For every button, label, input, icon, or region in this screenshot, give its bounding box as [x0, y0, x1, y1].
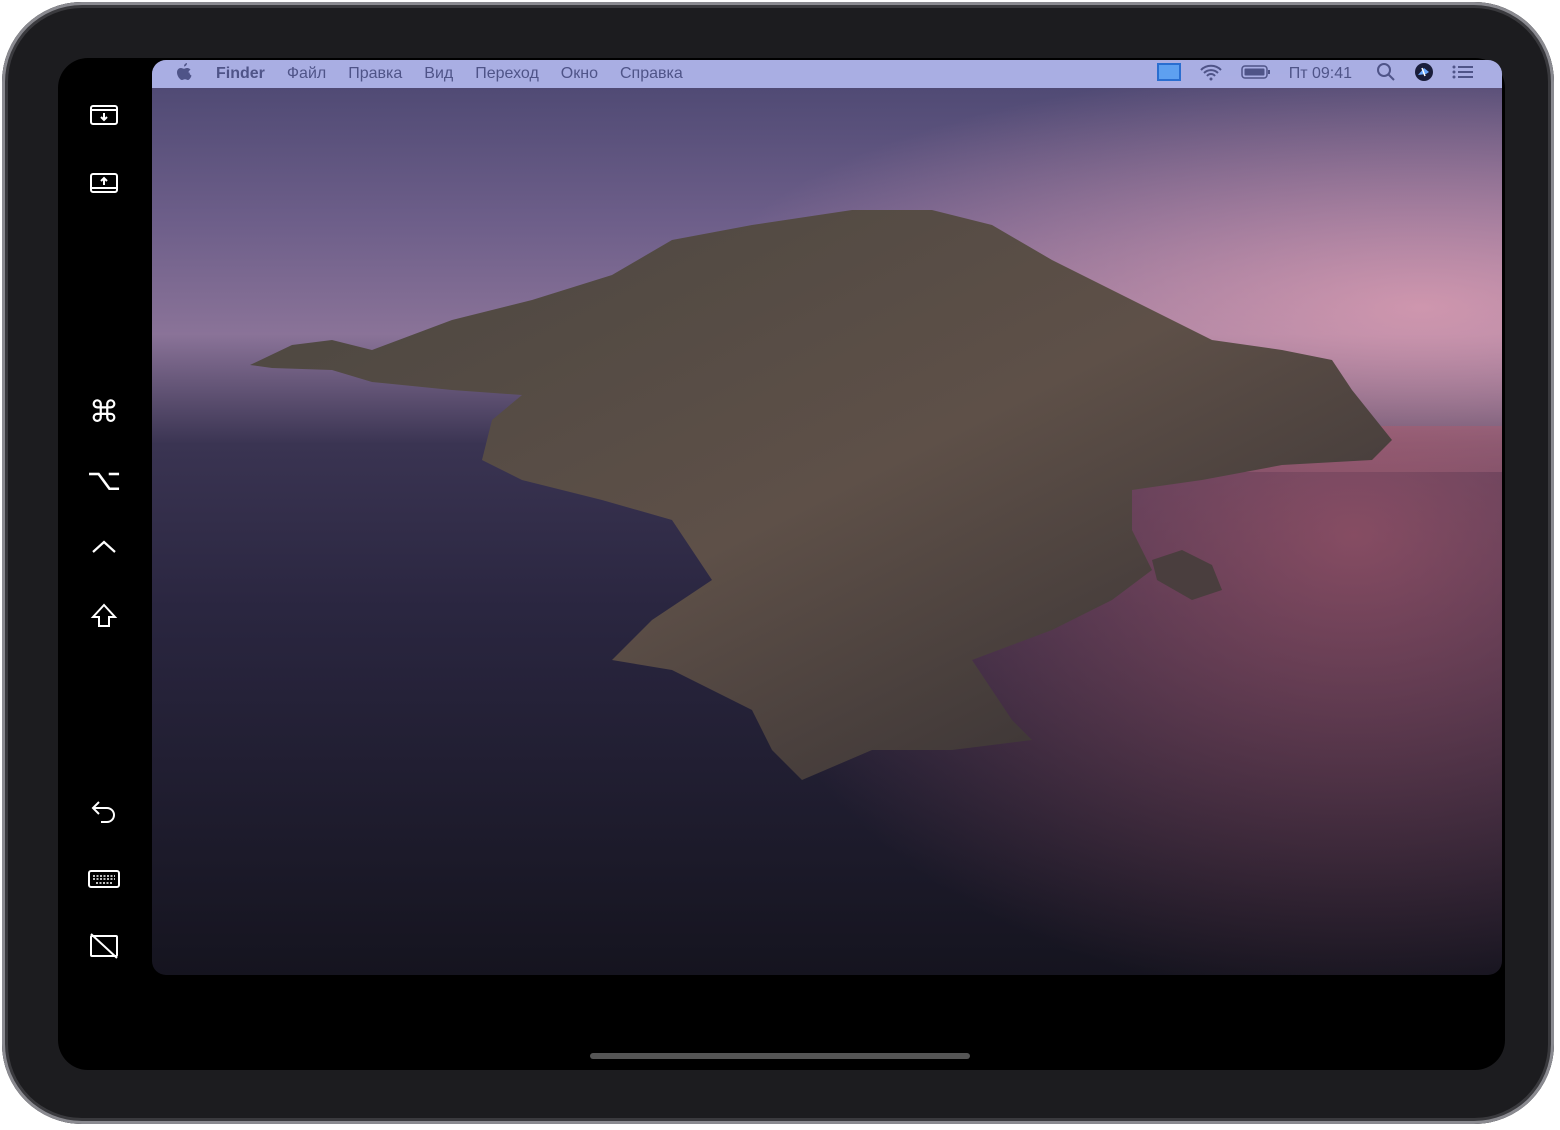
notification-center-icon[interactable] [1452, 64, 1474, 85]
disconnect-icon[interactable] [86, 928, 122, 964]
mac-menubar: Finder Файл Правка Вид Переход Окно Спра… [152, 60, 1502, 88]
show-menubar-icon[interactable] [86, 97, 122, 133]
search-icon[interactable] [1376, 62, 1396, 87]
menu-file[interactable]: Файл [287, 65, 326, 83]
menu-go[interactable]: Переход [475, 65, 539, 83]
wifi-icon[interactable] [1199, 63, 1223, 86]
siri-icon[interactable] [1414, 62, 1434, 87]
clock[interactable]: Пт 09:41 [1289, 65, 1352, 83]
menu-finder[interactable]: Finder [216, 65, 265, 83]
menu-help[interactable]: Справка [620, 65, 683, 83]
command-key-icon[interactable]: ⌘ [86, 394, 122, 430]
keyboard-icon[interactable] [86, 861, 122, 897]
menu-window[interactable]: Окно [561, 65, 598, 83]
undo-icon[interactable] [86, 793, 122, 829]
show-dock-icon[interactable] [86, 165, 122, 201]
home-indicator[interactable] [590, 1053, 970, 1059]
wallpaper-island [152, 60, 1502, 975]
option-key-icon[interactable]: ⌥ [86, 462, 122, 498]
shift-key-icon[interactable] [86, 598, 122, 634]
apple-icon[interactable] [176, 63, 192, 86]
display-icon[interactable] [1157, 63, 1181, 86]
menu-view[interactable]: Вид [424, 65, 453, 83]
mac-desktop[interactable]: Finder Файл Правка Вид Переход Окно Спра… [152, 60, 1502, 975]
control-key-icon[interactable] [86, 529, 122, 565]
battery-icon[interactable] [1241, 64, 1271, 85]
menu-edit[interactable]: Правка [348, 65, 402, 83]
